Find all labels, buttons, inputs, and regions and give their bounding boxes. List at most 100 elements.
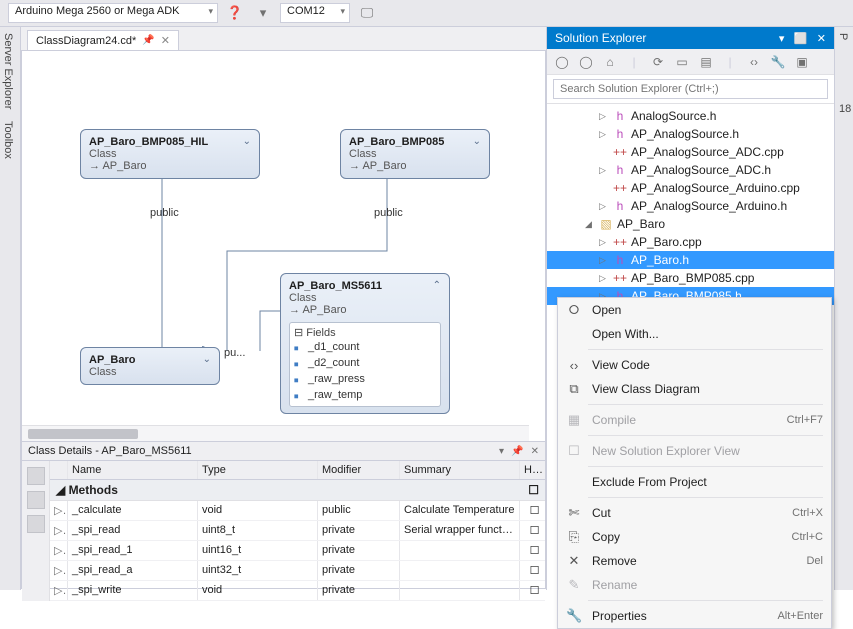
expand-icon[interactable]: ▷ ⊕	[50, 581, 68, 600]
menu-item[interactable]: ⭘Open	[558, 298, 831, 322]
server-explorer-tab[interactable]: Server Explorer	[0, 27, 16, 115]
forward-icon[interactable]: ◯	[577, 53, 595, 71]
expand-arrow-icon[interactable]: ▷	[599, 129, 609, 140]
properties-icon[interactable]: 🔧	[769, 53, 787, 71]
menu-item[interactable]: ✄CutCtrl+X	[558, 501, 831, 525]
pin-icon[interactable]: 📌	[511, 446, 523, 457]
field-item[interactable]: _d2_count	[294, 355, 436, 371]
class-box-bmp085-hil[interactable]: AP_Baro_BMP085_HIL⌄ Class → AP_Baro	[80, 129, 260, 179]
panel-title: Solution Explorer	[555, 31, 646, 45]
dropdown-icon[interactable]: ▾	[499, 446, 504, 457]
class-name: AP_Baro_MS5611	[289, 280, 382, 292]
menu-item[interactable]: ⎘CopyCtrl+C	[558, 525, 831, 549]
chevron-down-icon[interactable]: ⌄	[473, 136, 481, 147]
tree-item[interactable]: ++AP_AnalogSource_ADC.cpp	[547, 143, 834, 161]
menu-item[interactable]: Open With...	[558, 322, 831, 346]
col-hide[interactable]: Hide	[520, 461, 545, 479]
show-all-icon[interactable]: ▤	[697, 53, 715, 71]
filter-icon[interactable]	[27, 467, 45, 485]
methods-group[interactable]: ◢ Methods☐	[50, 480, 545, 501]
menu-item[interactable]: 🔧PropertiesAlt+Enter	[558, 604, 831, 628]
tree-item[interactable]: ▷hAP_AnalogSource_ADC.h	[547, 161, 834, 179]
expand-arrow-icon[interactable]: ▷	[599, 165, 609, 176]
chevron-down-icon[interactable]: ⌄	[203, 354, 211, 365]
pin-icon[interactable]: 📌	[142, 35, 154, 46]
search-input[interactable]	[553, 79, 828, 99]
cell-hide[interactable]: ☐	[520, 501, 545, 520]
board-dropdown[interactable]: Arduino Mega 2560 or Mega ADK	[8, 3, 218, 23]
help-icon[interactable]: ❓	[224, 2, 246, 24]
class-box-bmp085[interactable]: AP_Baro_BMP085⌄ Class → AP_Baro	[340, 129, 490, 179]
expand-arrow-icon[interactable]: ▷	[599, 111, 609, 122]
tree-item[interactable]: ▷hAnalogSource.h	[547, 107, 834, 125]
expand-arrow-icon[interactable]: ◢	[585, 219, 595, 230]
class-box-ap-baro[interactable]: AP_Baro⌄ Class	[80, 347, 220, 385]
scrollbar-thumb[interactable]	[28, 429, 138, 439]
col-name[interactable]: Name	[68, 461, 198, 479]
tree-item[interactable]: ▷++AP_Baro_BMP085.cpp	[547, 269, 834, 287]
col-type[interactable]: Type	[198, 461, 318, 479]
grid-row[interactable]: ▷ ⊕_calculatevoidpublicCalculate Tempera…	[50, 501, 545, 521]
grid-row[interactable]: ▷ ⊕_spi_read_auint32_tprivate☐	[50, 561, 545, 581]
expand-icon[interactable]: ▷ ⊕	[50, 501, 68, 520]
cell-hide[interactable]: ☐	[520, 521, 545, 540]
cell-modifier: private	[318, 561, 400, 580]
field-item[interactable]: _d1_count	[294, 339, 436, 355]
tree-item[interactable]: ◢▧AP_Baro	[547, 215, 834, 233]
menu-item[interactable]: ‹›View Code	[558, 353, 831, 377]
class-diagram-canvas[interactable]: AP_Baro_BMP085_HIL⌄ Class → AP_Baro AP_B…	[21, 50, 546, 442]
tree-item[interactable]: ++AP_AnalogSource_Arduino.cpp	[547, 179, 834, 197]
menu-item[interactable]: ✕RemoveDel	[558, 549, 831, 573]
expand-arrow-icon[interactable]: ▷	[599, 255, 609, 266]
col-summary[interactable]: Summary	[400, 461, 520, 479]
tree-item[interactable]: ▷++AP_Baro.cpp	[547, 233, 834, 251]
grid-row[interactable]: ▷ ⊕_spi_readuint8_tprivateSerial wrapper…	[50, 521, 545, 541]
menu-separator	[588, 435, 823, 436]
class-details-grid[interactable]: Name Type Modifier Summary Hide ◢ Method…	[50, 461, 545, 601]
toolbox-tab[interactable]: Toolbox	[0, 115, 16, 165]
expand-arrow-icon[interactable]: ▷	[599, 273, 609, 284]
port-dropdown[interactable]: COM12	[280, 3, 350, 23]
back-icon[interactable]: ◯	[553, 53, 571, 71]
expand-icon[interactable]: ▷ ⊕	[50, 561, 68, 580]
tree-item[interactable]: ▷hAP_Baro.h	[547, 251, 834, 269]
close-icon[interactable]: ✕	[161, 34, 170, 47]
collapse-icon[interactable]: ▭	[673, 53, 691, 71]
home-icon[interactable]: ⌂	[601, 53, 619, 71]
expand-icon[interactable]: ▷ ⊕	[50, 521, 68, 540]
right-tab[interactable]: P	[835, 27, 851, 46]
close-icon[interactable]: ✕	[531, 446, 539, 457]
expand-icon[interactable]: ▷ ⊕	[50, 541, 68, 560]
menu-icon: ✎	[566, 577, 582, 593]
close-icon[interactable]: ✕	[817, 33, 826, 45]
view-code-icon[interactable]: ‹›	[745, 53, 763, 71]
tab-classdiagram[interactable]: ClassDiagram24.cd* 📌 ✕	[27, 30, 179, 50]
expand-arrow-icon[interactable]: ▷	[599, 237, 609, 248]
menu-item[interactable]: Exclude From Project	[558, 470, 831, 494]
cell-hide[interactable]: ☐	[520, 581, 545, 600]
sort-icon[interactable]	[27, 491, 45, 509]
grid-row[interactable]: ▷ ⊕_spi_read_1uint16_tprivate☐	[50, 541, 545, 561]
class-box-ms5611[interactable]: AP_Baro_MS5611⌃ Class → AP_Baro ⊟ Fields…	[280, 273, 450, 414]
cell-hide[interactable]: ☐	[520, 561, 545, 580]
dropdown-icon[interactable]: ▾	[779, 33, 785, 45]
preview-icon[interactable]: ▣	[793, 53, 811, 71]
field-item[interactable]: _raw_press	[294, 371, 436, 387]
serial-monitor-icon[interactable]: 🖵	[356, 2, 378, 24]
grid-row[interactable]: ▷ ⊕_spi_writevoidprivate☐	[50, 581, 545, 601]
tree-item[interactable]: ▷hAP_AnalogSource_Arduino.h	[547, 197, 834, 215]
refresh-icon[interactable]: ⟳	[649, 53, 667, 71]
menu-item[interactable]: ⧉View Class Diagram	[558, 377, 831, 401]
col-modifier[interactable]: Modifier	[318, 461, 400, 479]
field-item[interactable]: _raw_temp	[294, 387, 436, 403]
group-icon[interactable]	[27, 515, 45, 533]
chevron-up-icon[interactable]: ⌃	[433, 280, 441, 291]
cell-hide[interactable]: ☐	[520, 541, 545, 560]
tree-item[interactable]: ▷hAP_AnalogSource.h	[547, 125, 834, 143]
horizontal-scrollbar[interactable]	[22, 425, 529, 441]
menu-separator	[588, 349, 823, 350]
fields-header[interactable]: ⊟ Fields	[294, 326, 436, 339]
pin-icon[interactable]: ⬜	[794, 33, 808, 45]
chevron-down-icon[interactable]: ⌄	[243, 136, 251, 147]
expand-arrow-icon[interactable]: ▷	[599, 201, 609, 212]
